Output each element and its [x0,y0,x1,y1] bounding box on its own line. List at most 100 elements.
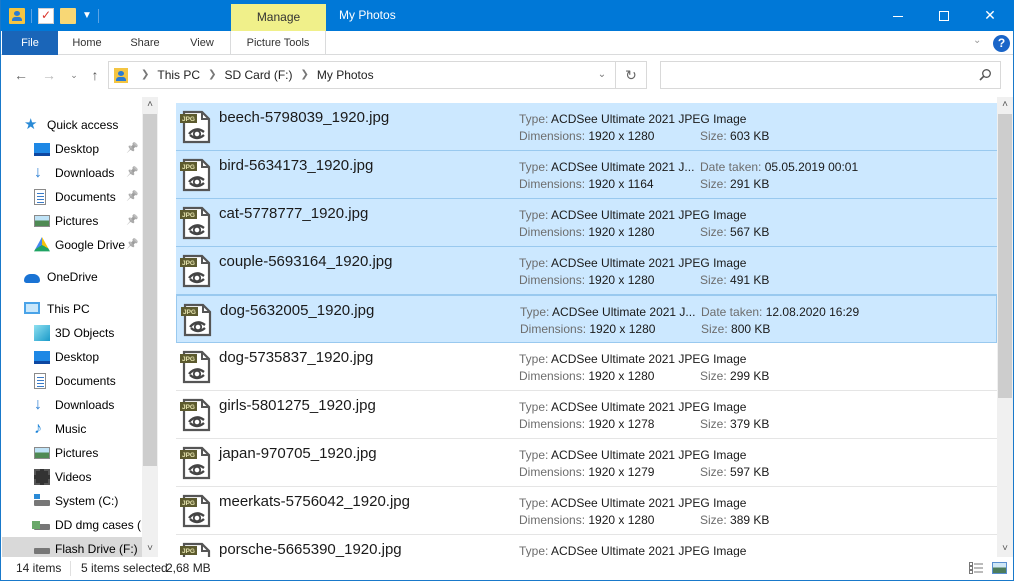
dimensions-label: Dimensions: [519,177,586,191]
file-row[interactable]: JPG dog-5632005_1920.jpg Type: ACDSee Ulti… [176,295,997,343]
sidebar-item-downloads[interactable]: ↓ Downloads [2,393,142,417]
sidebar-item-label: Flash Drive (F:) [55,542,138,556]
window-title: My Photos [339,8,396,22]
sidebar-item-videos[interactable]: Videos [2,465,142,489]
sidebar-item-onedrive[interactable]: OneDrive [2,265,142,289]
type-label: Type: [519,112,549,126]
sidebar-item-label: Desktop [55,142,100,156]
file-dimensions: Dimensions: 1920 x 1280 [519,225,654,239]
tab-file[interactable]: File [2,31,58,55]
file-row[interactable]: JPG cat-5778777_1920.jpg Type: ACDSee Ulti… [176,199,997,247]
size-value: 491 KB [730,273,770,287]
sidebar-item-desktop[interactable]: Desktop [2,345,142,369]
dimensions-value: 1920 x 1278 [588,417,655,431]
tab-share[interactable]: Share [116,31,174,55]
expand-ribbon-chevron-icon[interactable]: ⌄ [973,35,981,46]
file-list-scrollbar[interactable]: ˄ ˅ [997,97,1013,557]
tab-view[interactable]: View [174,31,230,55]
dimensions-value: 1920 x 1280 [588,273,655,287]
file-row[interactable]: JPG porsche-5665390_1920.jpg Type: ACDSee … [176,535,997,557]
file-row[interactable]: JPG dog-5735837_1920.jpg Type: ACDSee Ulti… [176,343,997,391]
sidebar-item-documents[interactable]: Documents [2,369,142,393]
close-button[interactable]: ✕ [967,0,1013,31]
type-label: Type: [519,352,549,366]
manage-context-tab[interactable]: Manage [231,4,326,31]
details-view-icon[interactable] [969,562,983,574]
breadcrumb-chevron-icon[interactable]: ❯ [208,62,216,88]
breadcrumb-my-photos[interactable]: My Photos [317,62,374,88]
type-label: Type: [519,400,549,414]
maximize-icon [939,11,949,22]
breadcrumb-chevron-icon[interactable]: ❯ [300,62,308,88]
back-arrow-icon[interactable]: ← [11,65,31,85]
sidebar-item-desktop[interactable]: Desktop 📌 [2,137,142,161]
file-row[interactable]: JPG meerkats-5756042_1920.jpg Type: ACDSee… [176,487,997,535]
sidebar-item-music[interactable]: ♪ Music [2,417,142,441]
type-value: ACDSee Ultimate 2021 J... [552,305,696,319]
file-row[interactable]: JPG beech-5798039_1920.jpg Type: ACDSee Ul… [176,103,997,151]
up-arrow-icon[interactable]: ↑ [85,65,105,85]
minimize-button[interactable] [875,0,921,31]
sidebar-item-downloads[interactable]: ↓ Downloads 📌 [2,161,142,185]
sidebar-item-label: Downloads [55,166,115,180]
properties-icon[interactable] [9,8,25,24]
scrollbar-thumb[interactable] [998,114,1012,398]
search-input[interactable] [661,62,971,88]
size-value: 603 KB [730,129,770,143]
size-value: 299 KB [730,369,770,383]
sidebar-item-flash-drive-f[interactable]: Flash Drive (F:) [2,537,142,557]
scrollbar-thumb[interactable] [143,114,157,466]
sidebar-item-quick-access[interactable]: ★ Quick access [2,113,142,137]
file-row[interactable]: JPG bird-5634173_1920.jpg Type: ACDSee Ult… [176,151,997,199]
refresh-icon: ↻ [625,67,637,83]
file-size: Size: 567 KB [700,225,769,239]
size-value: 597 KB [730,465,770,479]
sidebar-item-pictures[interactable]: Pictures [2,441,142,465]
new-folder-icon[interactable] [60,8,76,24]
breadcrumb-chevron-icon[interactable]: ❯ [141,62,149,88]
forward-arrow-icon[interactable]: → [39,65,59,85]
sidebar-item-documents[interactable]: Documents 📌 [2,185,142,209]
scroll-down-chevron-icon[interactable]: ˅ [997,541,1013,557]
sidebar-item-this-pc[interactable]: This PC [2,297,142,321]
file-dimensions: Dimensions: 1920 x 1278 [519,417,654,431]
scroll-up-chevron-icon[interactable]: ˄ [142,97,158,113]
date-taken-label: Date taken: [701,305,763,319]
file-type: Type: ACDSee Ultimate 2021 JPEG Image [519,256,746,270]
svg-text:JPG: JPG [183,309,196,316]
sidebar-item-label: DD dmg cases (D [55,518,142,532]
scroll-up-chevron-icon[interactable]: ˄ [997,97,1013,113]
address-bar[interactable]: ❯ This PC ❯ SD Card (F:) ❯ My Photos ⌄ [108,61,616,89]
sidebar-item-pictures[interactable]: Pictures 📌 [2,209,142,233]
recent-locations-chevron-icon[interactable]: ⌄ [64,65,84,85]
file-name: girls-5801275_1920.jpg [219,397,376,414]
checklist-icon[interactable] [38,8,54,24]
size-value: 567 KB [730,225,770,239]
tab-picture-tools[interactable]: Picture Tools [230,31,326,55]
help-icon[interactable]: ? [993,35,1010,52]
maximize-button[interactable] [921,0,967,31]
search-box[interactable] [660,61,1001,89]
customize-toolbar-dropdown-icon[interactable]: ▼ [82,11,92,21]
sidebar-item-google-drive[interactable]: Google Drive 📌 [2,233,142,257]
large-icons-view-icon[interactable] [992,562,1007,574]
breadcrumb-sd-card[interactable]: SD Card (F:) [224,62,292,88]
breadcrumb-this-pc[interactable]: This PC [157,62,200,88]
address-dropdown-chevron-icon[interactable]: ⌄ [589,62,615,88]
sidebar-item-dd-dmg-cases-d[interactable]: DD dmg cases (D [2,513,142,537]
search-icon[interactable] [978,68,992,82]
file-row[interactable]: JPG girls-5801275_1920.jpg Type: ACDSee Ul… [176,391,997,439]
file-row[interactable]: JPG japan-970705_1920.jpg Type: ACDSee Ult… [176,439,997,487]
onedrive-icon [24,274,40,283]
sidebar-item-system-c[interactable]: System (C:) [2,489,142,513]
scroll-down-chevron-icon[interactable]: ˅ [142,541,158,557]
file-row[interactable]: JPG couple-5693164_1920.jpg Type: ACDSee U… [176,247,997,295]
dimensions-value: 1920 x 1280 [588,513,655,527]
sidebar-item-3d-objects[interactable]: 3D Objects [2,321,142,345]
file-type: Type: ACDSee Ultimate 2021 J... [520,305,695,319]
tab-home[interactable]: Home [58,31,116,55]
navigation-pane-scrollbar[interactable]: ˄ ˅ [142,97,158,557]
system-drive-icon [34,494,50,506]
refresh-button[interactable]: ↻ [616,61,647,89]
jpg-file-icon: JPG [180,350,212,384]
